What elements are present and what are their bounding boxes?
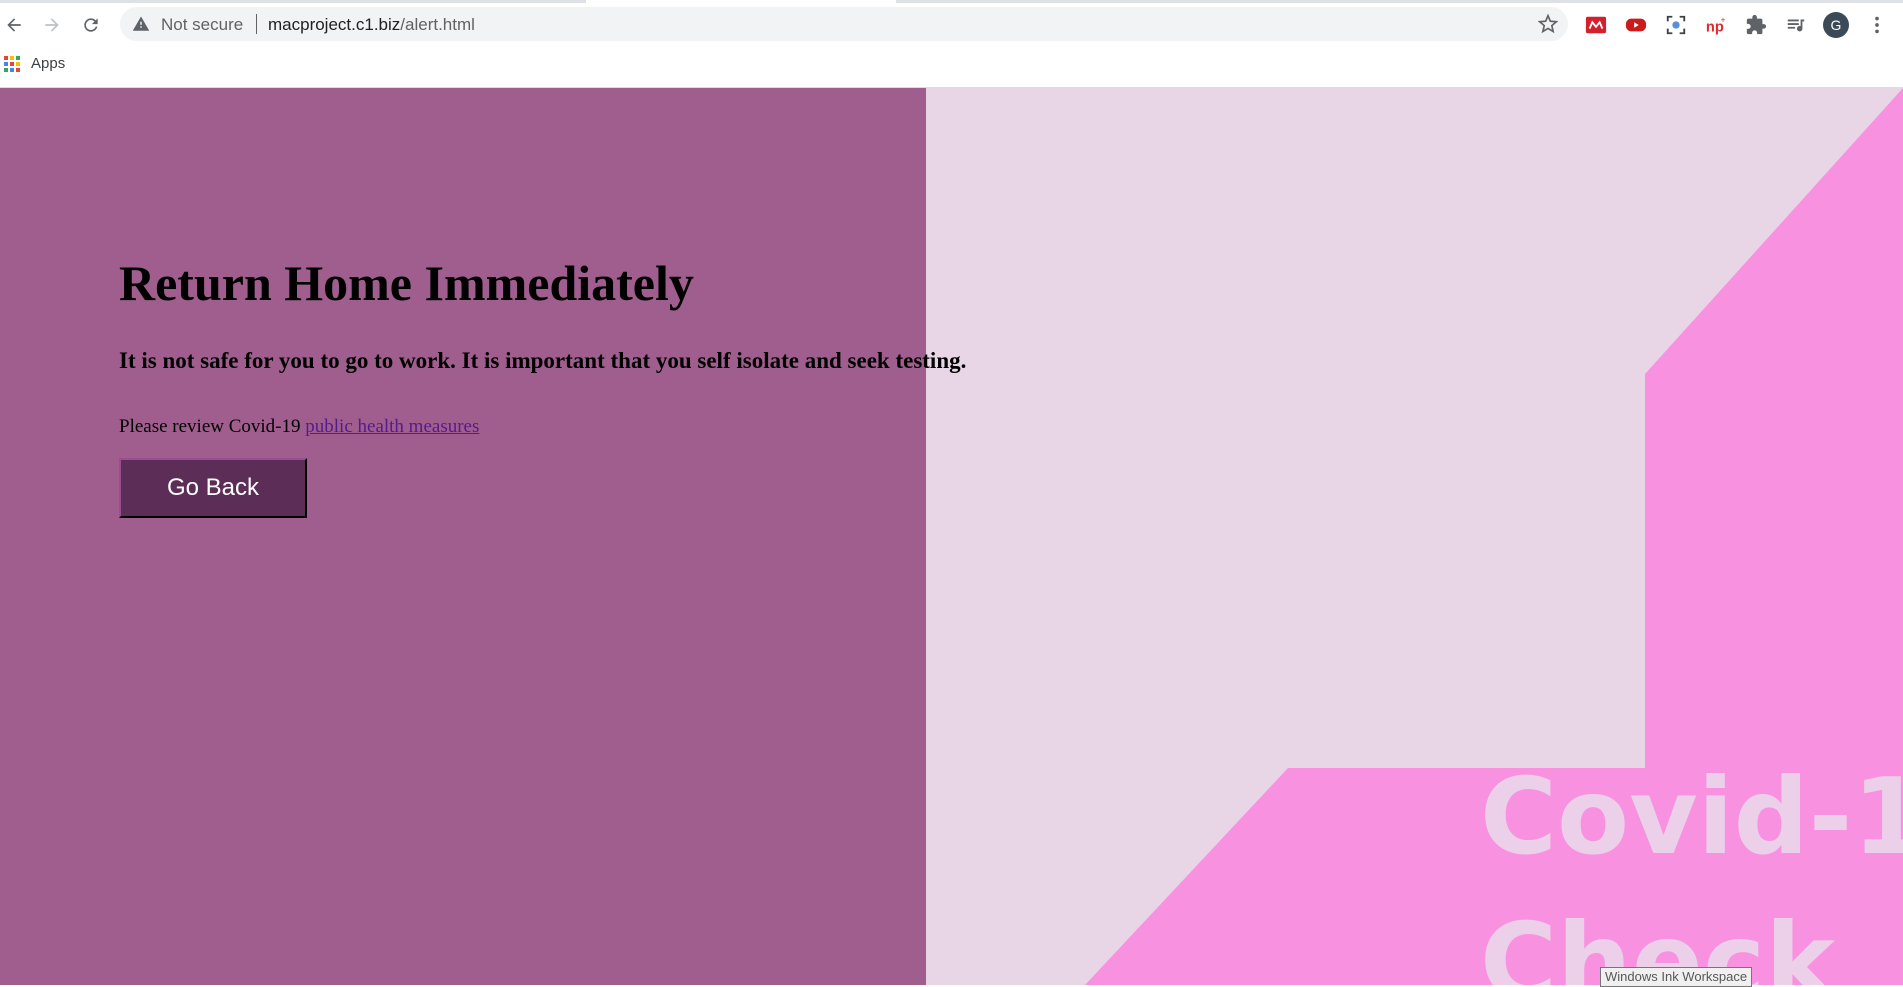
url-text[interactable]: macproject.c1.biz/alert.html bbox=[268, 15, 475, 35]
address-bar[interactable]: Not secure macproject.c1.biz/alert.html bbox=[120, 7, 1568, 41]
reload-button[interactable] bbox=[77, 11, 105, 39]
svg-text:+: + bbox=[1721, 15, 1726, 24]
url-host: macproject.c1.biz bbox=[268, 15, 401, 34]
security-label[interactable]: Not secure bbox=[161, 15, 243, 35]
browser-chrome: Not secure macproject.c1.biz/alert.html … bbox=[0, 0, 1903, 88]
mendeley-icon bbox=[1585, 16, 1607, 34]
warning-icon[interactable] bbox=[132, 15, 150, 33]
screen-capture-icon bbox=[1666, 15, 1686, 35]
left-overlay-panel bbox=[0, 88, 926, 985]
extension-3[interactable] bbox=[1662, 11, 1690, 39]
extension-2[interactable] bbox=[1622, 11, 1650, 39]
page-viewport: Covid-19 Check Return Home Immediately I… bbox=[0, 88, 1903, 985]
back-button[interactable] bbox=[0, 11, 28, 39]
back-arrow-icon bbox=[7, 18, 21, 32]
active-tab-indicator[interactable] bbox=[586, 0, 896, 3]
art-title-line1: Covid-19 bbox=[1480, 756, 1903, 878]
playlist-icon bbox=[1787, 19, 1805, 32]
forward-button[interactable] bbox=[38, 11, 66, 39]
alert-content: Return Home Immediately It is not safe f… bbox=[119, 258, 966, 518]
reload-icon bbox=[84, 18, 98, 32]
review-paragraph: Please review Covid-19 public health mea… bbox=[119, 416, 966, 438]
url-path: /alert.html bbox=[400, 15, 475, 34]
browser-toolbar: Not secure macproject.c1.biz/alert.html … bbox=[0, 6, 1903, 44]
youtube-icon bbox=[1625, 18, 1647, 32]
tab-strip bbox=[0, 0, 1903, 3]
taskbar-tooltip: Windows Ink Workspace bbox=[1600, 967, 1753, 987]
alert-message: It is not safe for you to go to work. It… bbox=[119, 348, 967, 373]
np-extension-icon: np+ bbox=[1706, 15, 1726, 35]
puzzle-icon bbox=[1746, 14, 1767, 35]
bookmarks-bar: Apps bbox=[0, 50, 1903, 78]
forward-arrow-icon bbox=[45, 18, 59, 32]
review-text: Please review Covid-19 bbox=[119, 416, 306, 437]
apps-bookmark[interactable]: Apps bbox=[31, 55, 65, 72]
extensions-button[interactable] bbox=[1742, 11, 1770, 39]
extension-1[interactable] bbox=[1582, 11, 1610, 39]
page-title: Return Home Immediately bbox=[119, 255, 694, 311]
go-back-button[interactable]: Go Back bbox=[119, 458, 307, 518]
media-controls-button[interactable] bbox=[1782, 11, 1810, 39]
kebab-menu-icon bbox=[1875, 16, 1879, 34]
public-health-link[interactable]: public health measures bbox=[305, 416, 479, 437]
apps-grid-icon[interactable] bbox=[4, 56, 20, 72]
bookmark-star-icon[interactable] bbox=[1538, 14, 1558, 34]
profile-avatar[interactable]: G bbox=[1823, 12, 1849, 38]
browser-menu-button[interactable] bbox=[1863, 11, 1891, 39]
extension-4[interactable]: np + bbox=[1702, 11, 1730, 39]
address-separator bbox=[256, 14, 257, 34]
